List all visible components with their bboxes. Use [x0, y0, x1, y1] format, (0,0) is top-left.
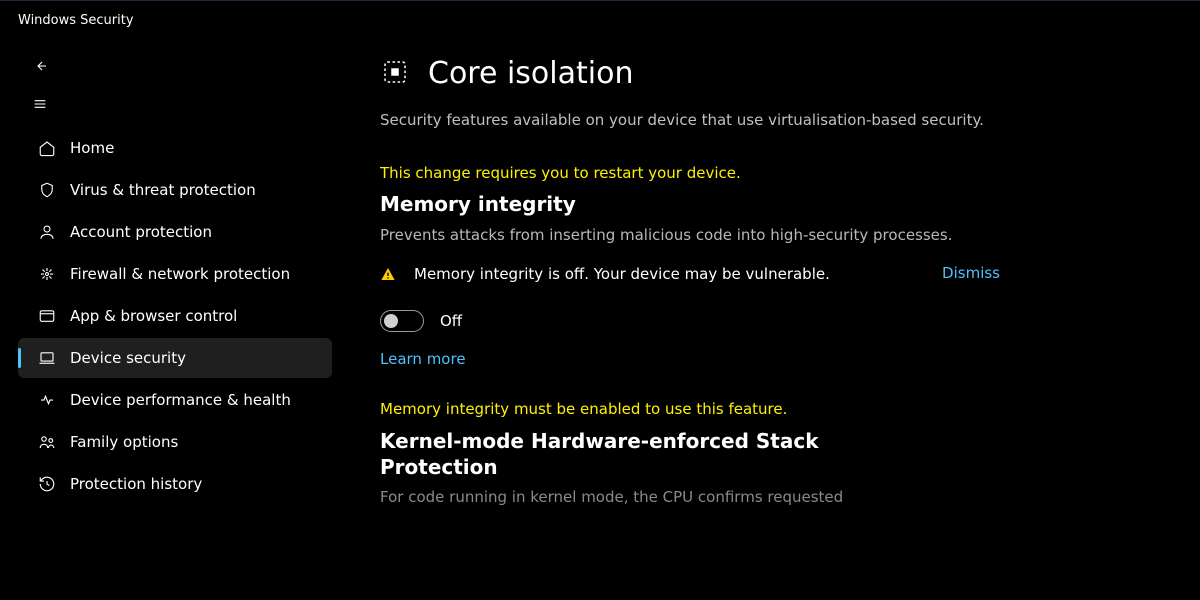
back-button[interactable]: [20, 48, 60, 84]
shield-icon: [38, 181, 70, 199]
sidebar-item-label: Family options: [70, 433, 178, 451]
sidebar: Home Virus & threat protection Account p…: [0, 36, 340, 600]
sidebar-item-label: App & browser control: [70, 307, 237, 325]
page-subtitle: Security features available on your devi…: [380, 109, 1000, 132]
sidebar-item-label: Home: [70, 139, 114, 157]
sidebar-item-label: Device performance & health: [70, 391, 291, 409]
memory-integrity-toggle[interactable]: [380, 310, 424, 332]
sidebar-item-home[interactable]: Home: [18, 128, 332, 168]
dismiss-link[interactable]: Dismiss: [942, 264, 1000, 282]
sidebar-item-label: Device security: [70, 349, 186, 367]
hamburger-button[interactable]: [20, 86, 60, 122]
memory-integrity-description: Prevents attacks from inserting maliciou…: [380, 224, 1000, 247]
sidebar-item-virus-threat[interactable]: Virus & threat protection: [18, 170, 332, 210]
main-content: Core isolation Security features availab…: [340, 36, 1200, 600]
health-icon: [38, 391, 70, 409]
learn-more-link[interactable]: Learn more: [380, 350, 466, 368]
sidebar-item-performance-health[interactable]: Device performance & health: [18, 380, 332, 420]
sidebar-item-account[interactable]: Account protection: [18, 212, 332, 252]
memory-integrity-warning: Memory integrity is off. Your device may…: [380, 264, 1000, 286]
history-icon: [38, 475, 70, 493]
core-isolation-icon: [380, 57, 410, 91]
kernel-prereq-alert: Memory integrity must be enabled to use …: [380, 400, 1160, 418]
sidebar-item-label: Virus & threat protection: [70, 181, 256, 199]
firewall-icon: [38, 265, 70, 283]
family-icon: [38, 433, 70, 451]
hamburger-icon: [32, 96, 48, 112]
sidebar-item-label: Firewall & network protection: [70, 265, 290, 283]
sidebar-item-firewall[interactable]: Firewall & network protection: [18, 254, 332, 294]
toggle-state-label: Off: [440, 312, 462, 330]
restart-required-alert: This change requires you to restart your…: [380, 164, 1160, 182]
app-browser-icon: [38, 307, 70, 325]
nav-list: Home Virus & threat protection Account p…: [10, 128, 340, 504]
sidebar-item-family[interactable]: Family options: [18, 422, 332, 462]
kernel-stack-heading: Kernel-mode Hardware-enforced Stack Prot…: [380, 428, 900, 480]
sidebar-item-device-security[interactable]: Device security: [18, 338, 332, 378]
account-icon: [38, 223, 70, 241]
home-icon: [38, 139, 70, 157]
page-title: Core isolation: [428, 56, 633, 91]
warning-text: Memory integrity is off. Your device may…: [414, 264, 884, 286]
sidebar-item-label: Protection history: [70, 475, 202, 493]
device-icon: [38, 349, 70, 367]
back-arrow-icon: [32, 58, 48, 74]
window-title: Windows Security: [0, 1, 1200, 36]
warning-triangle-icon: [380, 266, 396, 286]
sidebar-item-label: Account protection: [70, 223, 212, 241]
sidebar-item-protection-history[interactable]: Protection history: [18, 464, 332, 504]
memory-integrity-heading: Memory integrity: [380, 192, 1160, 216]
kernel-stack-description: For code running in kernel mode, the CPU…: [380, 488, 1000, 506]
sidebar-item-app-browser[interactable]: App & browser control: [18, 296, 332, 336]
